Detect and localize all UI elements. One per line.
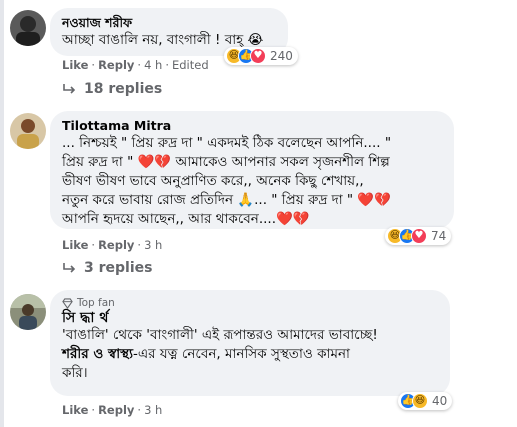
replies-count: 18 replies bbox=[84, 81, 163, 97]
comment-text-line: 'বাঙালি' থেকে 'বাংগালী' এই রূপান্তরও আমা… bbox=[62, 327, 378, 343]
reply-button[interactable]: Reply bbox=[98, 238, 134, 252]
reaction-count: 40 bbox=[432, 394, 448, 408]
edited-label[interactable]: Edited bbox=[172, 58, 209, 72]
comment-author[interactable]: Tilottama Mitra bbox=[62, 118, 442, 134]
reply-arrow-icon bbox=[63, 263, 76, 273]
love-icon: ♥ bbox=[411, 228, 427, 244]
comment-1: নওয়াজ শরীফ আচ্ছা বাঙালি নয়, বাংগালী ! … bbox=[10, 8, 510, 108]
comment-text-line: শরীর ও স্বাস্থ্য-এর যত্ন নেবেন, মানসিক স… bbox=[62, 345, 438, 364]
avatar[interactable] bbox=[10, 294, 46, 330]
like-button[interactable]: Like bbox=[62, 238, 88, 252]
reaction-summary[interactable]: 👍 😆 40 bbox=[398, 392, 453, 410]
top-fan-badge: Top fan bbox=[62, 297, 438, 309]
comment-actions: Like · Reply · 3 h bbox=[62, 238, 163, 252]
reply-arrow-icon bbox=[63, 84, 76, 94]
reaction-summary[interactable]: 😆 👍 ♥ 74 bbox=[385, 227, 452, 245]
reaction-summary[interactable]: 😆 👍 ♥ 240 bbox=[224, 47, 298, 65]
text-segment: -এর যত্ন নেবেন, মানসিক সুস্থতাও কামনা bbox=[133, 346, 350, 362]
love-icon: ♥ bbox=[250, 48, 266, 64]
comment-bubble: Top fan সি দ্ধা র্থ 'বাঙালি' থেকে 'বাংগা… bbox=[50, 290, 450, 396]
haha-icon: 😆 bbox=[412, 393, 428, 409]
reaction-count: 74 bbox=[431, 229, 447, 243]
reaction-count: 240 bbox=[270, 49, 293, 63]
thread-line bbox=[0, 0, 4, 427]
avatar[interactable] bbox=[10, 10, 46, 46]
comment-text-line: নতুন করে ভাবায় রোজ প্রতিদিন 🙏... " প্রি… bbox=[62, 192, 392, 208]
view-replies-button[interactable]: 18 replies bbox=[62, 81, 162, 97]
timestamp[interactable]: 3 h bbox=[144, 238, 162, 252]
timestamp[interactable]: 4 h bbox=[144, 58, 162, 72]
like-button[interactable]: Like bbox=[62, 58, 88, 72]
replies-count: 3 replies bbox=[84, 260, 153, 276]
comment-text-line: করি। bbox=[62, 365, 88, 381]
reply-button[interactable]: Reply bbox=[98, 403, 134, 417]
bold-phrase: শরীর ও স্বাস্থ্য bbox=[62, 346, 134, 362]
timestamp[interactable]: 3 h bbox=[144, 403, 162, 417]
comment-2: Tilottama Mitra ... নিশ্চয়ই " প্রিয় রু… bbox=[10, 111, 510, 281]
comment-text-line: প্রিয় রুদ্র দা " ❤️💔 আমাকেও আপনার সকল স… bbox=[62, 154, 390, 170]
comment-3: Top fan সি দ্ধা র্থ 'বাঙালি' থেকে 'বাংগা… bbox=[10, 290, 510, 422]
top-fan-label: Top fan bbox=[77, 297, 115, 309]
comment-actions: Like · Reply · 4 h · Edited bbox=[62, 58, 209, 72]
avatar[interactable] bbox=[10, 113, 46, 149]
reply-button[interactable]: Reply bbox=[98, 58, 134, 72]
comment-actions: Like · Reply · 3 h bbox=[62, 403, 163, 417]
comment-text-line: ... নিশ্চয়ই " প্রিয় রুদ্র দা " একদমই ঠ… bbox=[62, 135, 392, 151]
comment-bubble: Tilottama Mitra ... নিশ্চয়ই " প্রিয় রু… bbox=[50, 111, 454, 229]
like-button[interactable]: Like bbox=[62, 403, 88, 417]
comment-text-line: আপনি হৃদয়ে আছেন,, আর থাকবেন....❤️💔 bbox=[62, 211, 310, 227]
diamond-icon bbox=[62, 297, 73, 309]
comment-author[interactable]: নওয়াজ শরীফ bbox=[62, 15, 276, 31]
comment-text-line: ভীষণ ভীষণ ভাবে অনুপ্রাণিত করে,, অনেক কিছ… bbox=[62, 173, 364, 189]
comment-author[interactable]: সি দ্ধা র্থ bbox=[62, 310, 438, 326]
view-replies-button[interactable]: 3 replies bbox=[62, 260, 152, 276]
